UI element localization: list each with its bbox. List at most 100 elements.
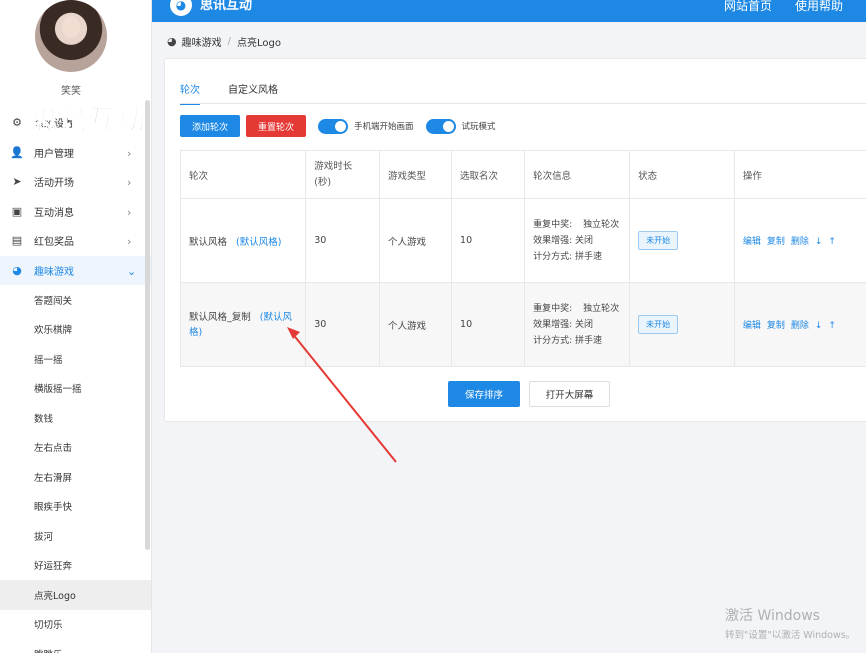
column-header: 选取名次 xyxy=(451,150,526,199)
sidebar-item-messages[interactable]: ▣ 互动消息 › xyxy=(0,197,151,227)
username: 笑笑 xyxy=(61,86,81,97)
sidebar-item-redpacket[interactable]: ▤ 红包奖品 › xyxy=(0,226,151,256)
user-icon: 👤 xyxy=(10,145,24,159)
column-header: 状态 xyxy=(629,150,735,199)
status-badge: 未开始 xyxy=(638,315,679,334)
table-header-row: 轮次 游戏时长(秒) 游戏类型 选取名次 轮次信息 状态 操作 xyxy=(179,150,866,199)
app-title: 思讯互动 xyxy=(200,0,253,13)
rounds-table: 轮次 游戏时长(秒) 游戏类型 选取名次 轮次信息 状态 操作 默认风格 (默认… xyxy=(179,150,866,367)
tab-custom-style[interactable]: 自定义风格 xyxy=(228,81,278,105)
chevron-down-icon: ⌄ xyxy=(127,264,137,278)
gear-icon: ⚙ xyxy=(12,116,22,130)
sidebar-subitem[interactable]: 摇一摇 xyxy=(0,344,151,374)
nav-help-link[interactable]: 使用帮助 xyxy=(795,0,843,12)
watermark-logo: 思讯互动 xyxy=(29,103,147,137)
breadcrumb-parent[interactable]: 趣味游戏 xyxy=(182,34,222,49)
content-card: 轮次 自定义风格 添加轮次 重置轮次 手机端开始画面 试玩模式 轮次 游戏时长(… xyxy=(164,58,866,422)
sidebar-item-label: 互动消息 xyxy=(34,207,74,219)
sidebar-subitem[interactable]: 欢乐棋牌 xyxy=(0,315,151,345)
logo-icon: ◕ xyxy=(170,0,192,16)
game-icon: ◕ xyxy=(12,263,22,277)
type-cell: 个人游戏 xyxy=(378,282,453,367)
type-cell: 个人游戏 xyxy=(378,198,453,283)
sidebar-subitem[interactable]: 数钱 xyxy=(0,403,151,433)
move-down-icon[interactable]: ↓ xyxy=(815,237,823,247)
round-info-cell: 重复中奖: 独立轮次 效果增强: 关闭 计分方式: 拼手速 xyxy=(524,282,631,367)
edit-link[interactable]: 编辑 xyxy=(743,237,761,247)
sidebar-subitem[interactable]: 左右滑屏 xyxy=(0,462,151,492)
duration-cell: 30 xyxy=(305,282,380,367)
sidebar-subitem[interactable]: 眼疾手快 xyxy=(0,492,151,522)
delete-link[interactable]: 删除 xyxy=(791,237,809,247)
duration-cell: 30 xyxy=(305,198,380,283)
operations-cell: 编辑 复制 删除 ↓ ↑ xyxy=(733,198,866,283)
mobile-start-label: 手机端开始画面 xyxy=(354,122,414,132)
sidebar-menu: ⚙ 系统设置 › 👤 用户管理 › ➤ 活动开场 › ▣ 互动消息 › ▤ 红包… xyxy=(0,108,151,653)
breadcrumb-separator: / xyxy=(227,36,231,47)
sidebar-subitem[interactable]: 横版摇一摇 xyxy=(0,374,151,404)
sidebar-subitem[interactable]: 好运狂奔 xyxy=(0,551,151,581)
column-header: 轮次信息 xyxy=(524,150,631,199)
top-header: ◕ 思讯互动 网站首页 使用帮助 xyxy=(152,0,866,22)
mobile-start-toggle[interactable] xyxy=(318,118,348,134)
sidebar: 笑笑 ⚙ 系统设置 › 👤 用户管理 › ➤ 活动开场 › ▣ 互动消息 › ▤… xyxy=(0,0,152,653)
rank-cell: 10 xyxy=(451,282,526,367)
sidebar-subitem[interactable]: 切切乐 xyxy=(0,610,151,640)
status-badge: 未开始 xyxy=(638,231,679,250)
trial-mode-label: 试玩模式 xyxy=(461,122,496,132)
sidebar-subitem-selected[interactable]: 点亮Logo xyxy=(0,580,151,610)
move-up-icon[interactable]: ↑ xyxy=(828,237,836,247)
message-icon: ▣ xyxy=(11,204,23,218)
sidebar-subitem[interactable]: 左右点击 xyxy=(0,433,151,463)
tab-rounds[interactable]: 轮次 xyxy=(180,81,200,105)
sidebar-subitem[interactable]: 跳跳乐 xyxy=(0,639,151,653)
chevron-right-icon: › xyxy=(127,146,132,160)
round-name-cell: 默认风格 (默认风格) xyxy=(179,198,307,283)
save-sort-button[interactable]: 保存排序 xyxy=(448,381,520,407)
round-name-cell: 默认风格_复制 (默认风格) xyxy=(179,282,307,367)
chevron-right-icon: › xyxy=(127,176,132,189)
windows-activation-notice: 激活 Windows 转到"设置"以激活 Windows。 xyxy=(725,605,855,641)
chevron-right-icon: › xyxy=(127,235,132,248)
rank-cell: 10 xyxy=(451,198,526,283)
sidebar-item-opening[interactable]: ➤ 活动开场 › xyxy=(0,167,151,197)
table-row: 默认风格_复制 (默认风格) 30 个人游戏 10 重复中奖: 独立轮次 效果增… xyxy=(179,282,866,367)
delete-link[interactable]: 删除 xyxy=(791,321,809,331)
round-name: 默认风格_复制 xyxy=(189,311,251,323)
copy-link[interactable]: 复制 xyxy=(767,237,785,247)
move-up-icon[interactable]: ↑ xyxy=(828,321,836,331)
sidebar-scrollbar[interactable] xyxy=(145,100,150,550)
activation-subtitle: 转到"设置"以激活 Windows。 xyxy=(725,630,856,641)
open-big-screen-button[interactable]: 打开大屏幕 xyxy=(529,381,610,407)
avatar[interactable] xyxy=(35,0,107,72)
game-icon: ◕ xyxy=(167,35,177,48)
gift-icon: ▤ xyxy=(11,234,23,248)
column-header: 轮次 xyxy=(179,150,307,199)
sidebar-item-label: 用户管理 xyxy=(34,148,74,160)
round-name: 默认风格 xyxy=(189,236,228,248)
tab-bar: 轮次 自定义风格 xyxy=(180,81,306,105)
sidebar-item-label: 趣味游戏 xyxy=(34,266,74,278)
round-info-cell: 重复中奖: 独立轮次 效果增强: 关闭 计分方式: 拼手速 xyxy=(524,198,631,283)
column-header: 操作 xyxy=(733,150,866,199)
edit-link[interactable]: 编辑 xyxy=(743,321,761,331)
nav-home-link[interactable]: 网站首页 xyxy=(724,0,772,12)
sidebar-item-label: 红包奖品 xyxy=(34,237,74,249)
add-round-button[interactable]: 添加轮次 xyxy=(180,115,240,137)
round-style-link[interactable]: (默认风格) xyxy=(236,237,281,248)
operations-cell: 编辑 复制 删除 ↓ ↑ xyxy=(733,282,866,367)
trial-mode-toggle[interactable] xyxy=(425,118,456,134)
breadcrumb-current: 点亮Logo xyxy=(236,38,281,49)
move-down-icon[interactable]: ↓ xyxy=(815,321,823,331)
sidebar-subitem[interactable]: 答题闯关 xyxy=(0,285,151,315)
activation-title: 激活 Windows xyxy=(725,608,820,624)
reset-round-button[interactable]: 重置轮次 xyxy=(246,115,306,137)
sidebar-item-games[interactable]: ◕ 趣味游戏 ⌄ xyxy=(0,255,151,285)
sidebar-subitem[interactable]: 拔河 xyxy=(0,521,151,551)
tab-divider xyxy=(180,103,866,104)
send-icon: ➤ xyxy=(12,175,22,189)
sidebar-item-label: 活动开场 xyxy=(34,178,74,190)
copy-link[interactable]: 复制 xyxy=(767,321,785,331)
sidebar-item-users[interactable]: 👤 用户管理 › xyxy=(0,138,151,168)
chevron-right-icon: › xyxy=(127,205,132,219)
